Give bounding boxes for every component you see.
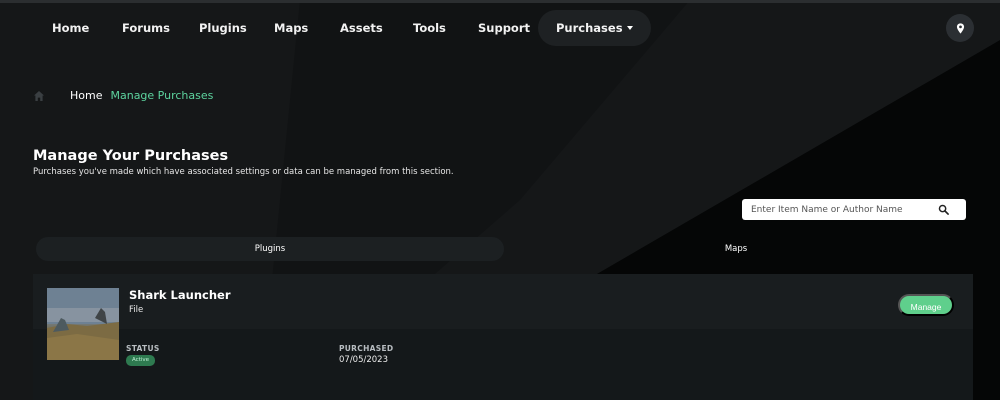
nav-tools[interactable]: Tools xyxy=(413,10,446,46)
nav-purchases-label: Purchases xyxy=(556,21,623,35)
manage-button[interactable]: Manage xyxy=(898,294,954,316)
breadcrumb-home[interactable]: Home xyxy=(70,89,102,102)
search-box xyxy=(742,199,966,220)
status-label: STATUS xyxy=(126,344,160,353)
tab-maps[interactable]: Maps xyxy=(504,237,968,261)
map-pin-icon xyxy=(956,22,964,34)
category-tabs: Plugins Maps xyxy=(36,237,968,261)
search-input[interactable] xyxy=(742,199,932,220)
breadcrumb-current[interactable]: Manage Purchases xyxy=(110,89,213,102)
nav-assets[interactable]: Assets xyxy=(340,10,383,46)
nav-plugins[interactable]: Plugins xyxy=(199,10,247,46)
nav-maps[interactable]: Maps xyxy=(274,10,308,46)
thumbnail-image xyxy=(47,288,119,360)
purchased-date: 07/05/2023 xyxy=(339,355,388,365)
nav-purchases-dropdown[interactable]: Purchases xyxy=(538,10,651,46)
nav-forums[interactable]: Forums xyxy=(122,10,170,46)
page-title: Manage Your Purchases xyxy=(33,148,229,164)
caret-down-icon xyxy=(626,25,633,30)
purchase-title[interactable]: Shark Launcher xyxy=(129,288,231,302)
tab-plugins[interactable]: Plugins xyxy=(36,237,504,261)
top-border xyxy=(0,0,1000,3)
status-badge: Active xyxy=(126,355,156,366)
purchase-thumbnail xyxy=(47,288,119,360)
search-icon[interactable] xyxy=(938,204,949,215)
breadcrumb: Home Manage Purchases xyxy=(33,89,213,102)
page-description: Purchases you've made which have associa… xyxy=(33,167,454,177)
location-button[interactable] xyxy=(946,14,974,42)
home-icon[interactable] xyxy=(33,90,45,102)
main-nav: Home Forums Plugins Maps Assets Tools Su… xyxy=(0,10,1000,46)
purchase-card: Shark Launcher File Manage STATUS Active… xyxy=(33,274,973,400)
purchased-label: PURCHASED xyxy=(339,344,394,353)
nav-support[interactable]: Support xyxy=(478,10,530,46)
purchase-type: File xyxy=(129,305,144,315)
nav-home[interactable]: Home xyxy=(52,10,89,46)
